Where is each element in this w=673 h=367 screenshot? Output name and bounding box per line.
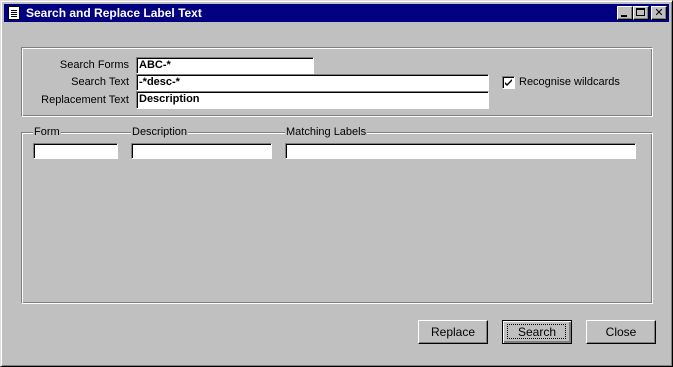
search-forms-label: Search Forms: [59, 59, 129, 71]
form-cell[interactable]: [33, 143, 118, 159]
search-button-label: Search: [517, 325, 557, 339]
window-title: Search and Replace Label Text: [26, 6, 202, 20]
document-icon: [8, 6, 20, 20]
search-text-input[interactable]: -*desc-*: [136, 74, 489, 91]
column-header-matching-labels: Matching Labels: [285, 126, 368, 139]
description-cell[interactable]: [131, 143, 272, 159]
search-text-label: Search Text: [71, 76, 129, 88]
column-header-description: Description: [131, 126, 189, 139]
replacement-text-label: Replacement Text: [41, 94, 129, 106]
close-window-button[interactable]: ✕: [651, 6, 667, 20]
maximize-icon: [636, 8, 645, 16]
search-forms-input[interactable]: ABC-*: [136, 57, 314, 74]
close-icon: ✕: [654, 6, 664, 19]
minimize-button[interactable]: [617, 6, 633, 20]
replacement-text-input[interactable]: Description: [136, 91, 489, 109]
close-button[interactable]: Close: [586, 320, 656, 344]
replace-button-label: Replace: [430, 325, 476, 339]
close-button-label: Close: [605, 325, 637, 339]
search-replace-dialog: Search and Replace Label Text ✕ Search F…: [0, 0, 673, 367]
title-bar[interactable]: Search and Replace Label Text ✕: [4, 4, 669, 22]
column-header-form: Form: [33, 126, 61, 139]
maximize-button[interactable]: [633, 6, 649, 20]
checkmark-icon: [505, 79, 512, 86]
recognise-wildcards-checkbox[interactable]: [502, 76, 515, 89]
minimize-icon: [621, 15, 627, 17]
matching-labels-cell[interactable]: [285, 143, 636, 159]
replace-button[interactable]: Replace: [418, 320, 488, 344]
search-button[interactable]: Search: [502, 320, 572, 344]
recognise-wildcards-label[interactable]: Recognise wildcards: [519, 76, 620, 89]
